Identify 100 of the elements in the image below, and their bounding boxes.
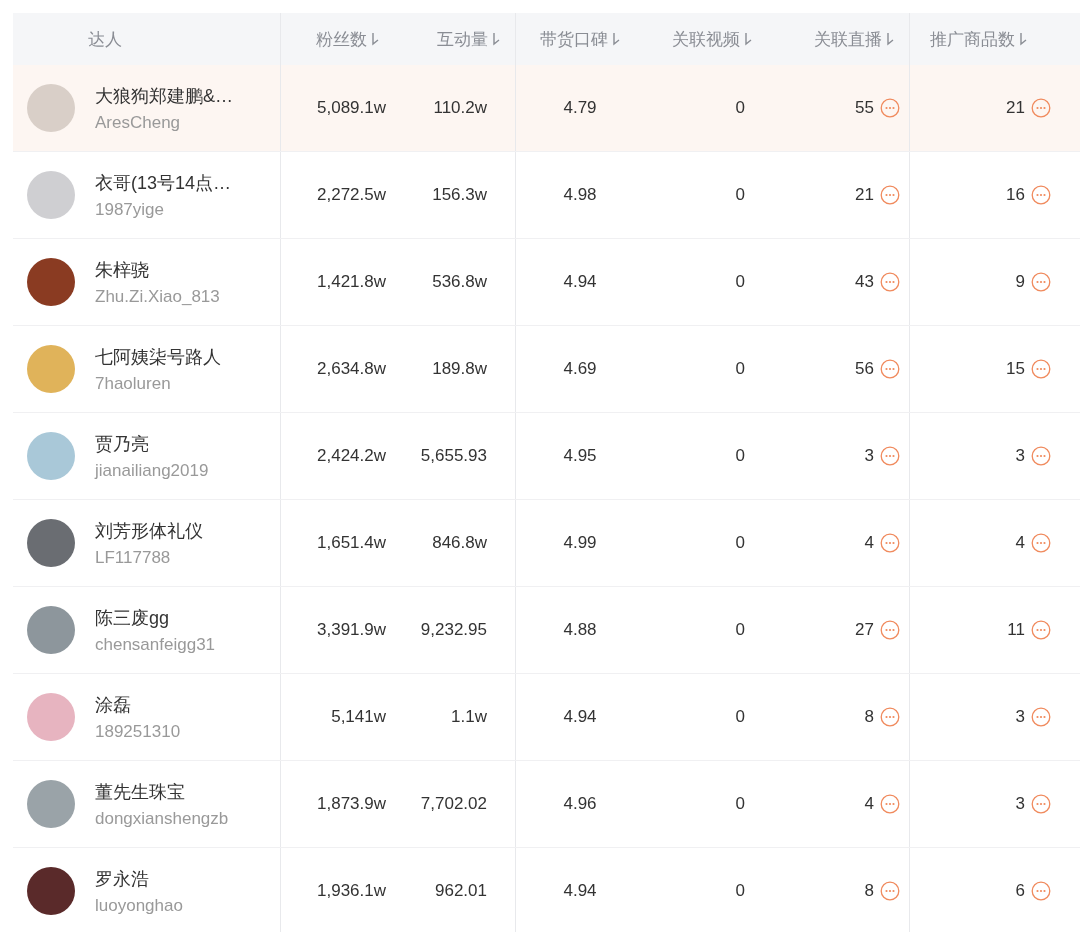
- table-cell: 3: [1015, 794, 1025, 814]
- table-cell: 5,141w: [331, 707, 386, 727]
- creator-name[interactable]: 罗永浩: [95, 866, 183, 891]
- sort-icon[interactable]: [744, 32, 753, 46]
- more-icon[interactable]: [1031, 185, 1051, 205]
- creator-name[interactable]: 朱梓骁: [95, 257, 220, 282]
- table-cell: 846.8w: [432, 533, 487, 553]
- sort-icon[interactable]: [611, 32, 621, 46]
- table-cell: 16: [1006, 185, 1025, 205]
- more-icon[interactable]: [880, 707, 900, 727]
- table-cell: 0: [735, 620, 745, 640]
- more-icon[interactable]: [1031, 620, 1051, 640]
- table-cell: 11: [1007, 620, 1025, 640]
- table-cell: 0: [735, 359, 745, 379]
- more-icon[interactable]: [1031, 98, 1051, 118]
- avatar: [27, 519, 75, 567]
- sort-icon[interactable]: [371, 32, 380, 46]
- table-cell: 56: [855, 359, 874, 379]
- table-cell: 3: [1015, 446, 1025, 466]
- avatar: [27, 84, 75, 132]
- table-cell: 1,421.8w: [317, 272, 386, 292]
- sort-icon[interactable]: [1019, 32, 1028, 46]
- more-icon[interactable]: [880, 794, 900, 814]
- creator-name[interactable]: 大狼狗郑建鹏&…: [95, 83, 233, 108]
- table-row[interactable]: 朱梓骁 Zhu.Zi.Xiao_813 1,421.8w 536.8w 4.94 0 43 9: [13, 239, 1080, 326]
- table-cell: 6: [1015, 881, 1025, 901]
- creator-name[interactable]: 董先生珠宝: [95, 779, 229, 804]
- more-icon[interactable]: [1031, 881, 1051, 901]
- table-row[interactable]: 刘芳形体礼仪 LF117788 1,651.4w 846.8w 4.99 0 4 4: [13, 500, 1080, 587]
- more-icon[interactable]: [880, 881, 900, 901]
- table-cell: 8: [864, 881, 874, 901]
- table-cell: 4.69: [563, 359, 597, 379]
- table-cell: 4.88: [563, 620, 597, 640]
- table-cell: 9: [1015, 272, 1025, 292]
- table-row[interactable]: 董先生珠宝 dongxianshengzb 1,873.9w 7,702.02 4.96 0 4 3: [13, 761, 1080, 848]
- table-cell: 4.94: [563, 881, 597, 901]
- more-icon[interactable]: [880, 185, 900, 205]
- table-row[interactable]: 七阿姨柒号路人 7haoluren 2,634.8w 189.8w 4.69 0 56 15: [13, 326, 1080, 413]
- creator-name[interactable]: 衣哥(13号14点…: [95, 170, 232, 195]
- avatar: [27, 432, 75, 480]
- avatar: [27, 606, 75, 654]
- creator-handle: 1987yige: [95, 199, 165, 220]
- more-icon[interactable]: [880, 620, 900, 640]
- table-cell: 110.2w: [433, 98, 487, 118]
- table-row[interactable]: 陈三废gg chensanfeigg31 3,391.9w 9,232.95 4.88 0 27 11: [13, 587, 1080, 674]
- avatar: [27, 258, 75, 306]
- table-cell: 4: [864, 794, 874, 814]
- table-cell: 21: [855, 185, 874, 205]
- table-cell: 1,873.9w: [317, 794, 386, 814]
- creator-name[interactable]: 贾乃亮: [95, 431, 209, 456]
- more-icon[interactable]: [880, 272, 900, 292]
- more-icon[interactable]: [880, 359, 900, 379]
- avatar: [27, 780, 75, 828]
- more-icon[interactable]: [1031, 446, 1051, 466]
- more-icon[interactable]: [1031, 707, 1051, 727]
- avatar: [27, 693, 75, 741]
- more-icon[interactable]: [1031, 794, 1051, 814]
- table-cell: 4: [864, 533, 874, 553]
- creator-handle: dongxianshengzb: [95, 808, 229, 829]
- creator-handle: jianailiang2019: [95, 460, 209, 481]
- sort-icon[interactable]: [886, 32, 895, 46]
- table-cell: 4.98: [563, 185, 597, 205]
- creator-name[interactable]: 涂磊: [95, 692, 181, 717]
- table-cell: 2,272.5w: [317, 185, 386, 205]
- table-cell: 5,655.93: [420, 446, 487, 466]
- creator-handle: Zhu.Zi.Xiao_813: [95, 286, 220, 307]
- table-row[interactable]: 大狼狗郑建鹏&… AresCheng 5,089.1w 110.2w 4.79 0 55 21: [13, 65, 1080, 152]
- table-cell: 1.1w: [451, 707, 487, 727]
- table-cell: 0: [735, 185, 745, 205]
- table-cell: 27: [855, 620, 874, 640]
- creator-name[interactable]: 七阿姨柒号路人: [95, 344, 221, 369]
- table-cell: 4: [1015, 533, 1025, 553]
- more-icon[interactable]: [880, 98, 900, 118]
- table-cell: 0: [735, 794, 745, 814]
- table-cell: 962.01: [435, 881, 487, 901]
- table-cell: 5,089.1w: [317, 98, 386, 118]
- more-icon[interactable]: [1031, 359, 1051, 379]
- sort-icon[interactable]: [492, 32, 501, 46]
- table-cell: 2,424.2w: [317, 446, 386, 466]
- table-cell: 0: [735, 707, 745, 727]
- creator-handle: 189251310: [95, 721, 181, 742]
- more-icon[interactable]: [1031, 533, 1051, 553]
- more-icon[interactable]: [880, 446, 900, 466]
- creator-name[interactable]: 陈三废gg: [95, 605, 216, 630]
- table-cell: 0: [735, 272, 745, 292]
- table-cell: 0: [735, 881, 745, 901]
- creator-name[interactable]: 刘芳形体礼仪: [95, 518, 203, 543]
- table-cell: 4.94: [563, 272, 597, 292]
- table-cell: 189.8w: [432, 359, 487, 379]
- table-cell: 3: [1015, 707, 1025, 727]
- table-cell: 55: [855, 98, 874, 118]
- avatar: [27, 345, 75, 393]
- table-row[interactable]: 衣哥(13号14点… 1987yige 2,272.5w 156.3w 4.98 0 21 16: [13, 152, 1080, 239]
- more-icon[interactable]: [1031, 272, 1051, 292]
- table-cell: 2,634.8w: [317, 359, 386, 379]
- more-icon[interactable]: [880, 533, 900, 553]
- table-row[interactable]: 涂磊 189251310 5,141w 1.1w 4.94 0 8 3: [13, 674, 1080, 761]
- table-row[interactable]: 贾乃亮 jianailiang2019 2,424.2w 5,655.93 4.95 0 3 3: [13, 413, 1080, 500]
- table-cell: 21: [1006, 98, 1025, 118]
- creator-handle: 7haoluren: [95, 373, 172, 394]
